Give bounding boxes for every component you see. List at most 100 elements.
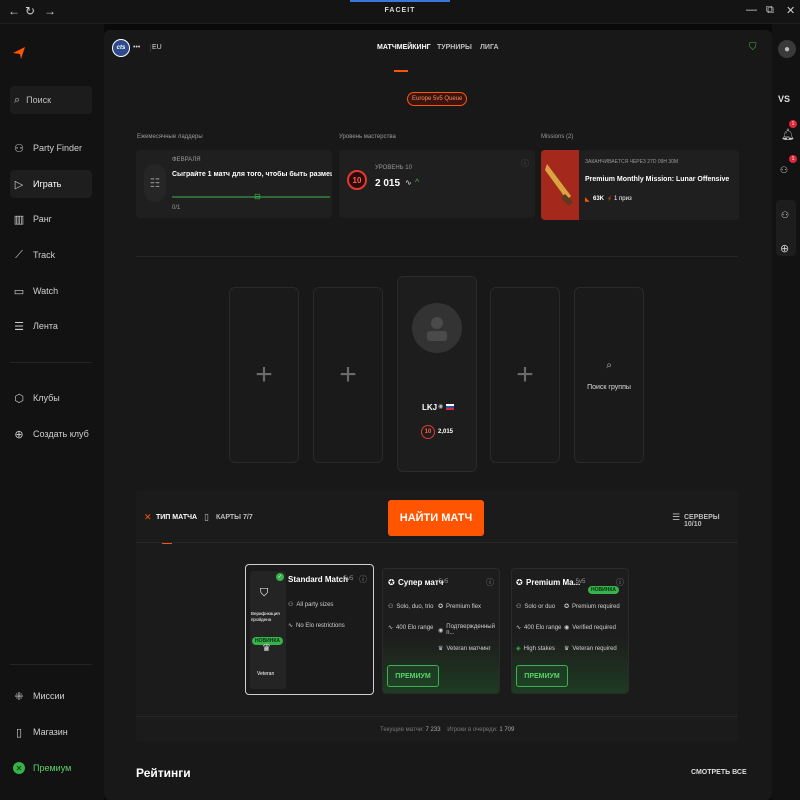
crown-icon: ♛ bbox=[262, 643, 271, 654]
mode-name: Standard Match bbox=[288, 575, 349, 584]
mode-format: · 5v5 bbox=[572, 579, 586, 585]
queue-badge[interactable]: Europe 5v5 Queue bbox=[407, 92, 468, 106]
sidebar-item-feed[interactable]: ☰ Лента bbox=[10, 312, 92, 340]
feature-item: ◈ High stakes bbox=[516, 645, 555, 653]
maximize-icon[interactable]: ⧉ bbox=[766, 4, 774, 17]
party-icon[interactable]: ⚇ bbox=[781, 210, 789, 221]
ladders-section-title: Ежемесячные ладдеры bbox=[137, 134, 203, 140]
sidebar-item-clubs[interactable]: ⬡ Клубы bbox=[10, 384, 92, 412]
track-icon: ⟋ bbox=[15, 248, 23, 261]
sidebar-item-rank[interactable]: ▥ Ранг bbox=[10, 205, 92, 233]
missions-section-title: Missions (2) bbox=[541, 134, 574, 140]
mode-side-panel: ✓ ⛉ Верификация пройдена НОВИНКА ♛ Veter… bbox=[250, 571, 286, 689]
mode-format: · 5v5 bbox=[340, 576, 354, 582]
search-group-slot[interactable]: ⌕ Поиск группы bbox=[574, 287, 644, 463]
friends-icon[interactable]: ⚇ bbox=[780, 165, 788, 176]
faceit-logo-icon[interactable] bbox=[12, 46, 26, 65]
crown-icon: ♛ bbox=[438, 646, 444, 652]
shield-icon: ◉ bbox=[438, 627, 444, 634]
info-icon[interactable]: ⓘ bbox=[521, 158, 529, 169]
see-all-link[interactable]: СМОТРЕТЬ ВСЕ bbox=[691, 769, 747, 776]
search-icon: ⌕ bbox=[606, 360, 612, 371]
search-icon: ⌕ bbox=[14, 93, 21, 106]
find-match-button[interactable]: НАЙТИ МАТЧ bbox=[388, 500, 484, 536]
missions-icon: ⁜ bbox=[14, 690, 24, 703]
search-input[interactable]: ⌕ Поиск bbox=[10, 86, 92, 114]
plus-icon: + bbox=[255, 358, 273, 391]
close-icon[interactable]: ✕ bbox=[786, 4, 795, 17]
shield-icon[interactable]: ⛉ bbox=[749, 42, 757, 53]
ladders-card[interactable]: ☷ ФЕВРАЛЯ Сыграйте 1 матч для того, чтоб… bbox=[136, 150, 332, 218]
mission-title: Premium Monthly Mission: Lunar Offensive bbox=[585, 176, 730, 183]
mission-prize: 1 приз bbox=[614, 196, 632, 202]
play-icon: ▷ bbox=[14, 178, 24, 191]
premium-button[interactable]: ПРЕМИУМ bbox=[516, 665, 568, 687]
veteran-label: Veteran bbox=[257, 671, 275, 677]
sidebar-item-watch[interactable]: ▭ Watch bbox=[10, 277, 92, 305]
vs-label[interactable]: VS bbox=[778, 94, 790, 104]
info-icon[interactable]: ⓘ bbox=[616, 577, 624, 588]
sidebar-item-premium[interactable]: ✕ Премиум bbox=[10, 754, 92, 782]
sidebar-item-label: Играть bbox=[33, 179, 62, 189]
sidebar-item-play[interactable]: ▷ Играть bbox=[10, 170, 92, 198]
missions-card[interactable]: ЗАКАНЧИВАЕТСЯ ЧЕРЕЗ 27D 09H 30M Premium … bbox=[541, 150, 739, 220]
premium-icon: ✪ bbox=[438, 604, 444, 610]
mastery-card[interactable]: 10 УРОВЕНЬ 10 2 015 ∿ ^ ⓘ bbox=[339, 150, 535, 218]
matchmaking-panel: cts ••• EU МАТЧМЕЙКИНГ ТУРНИРЫ ЛИГА ⛉ Eu… bbox=[104, 30, 772, 800]
sidebar-item-missions[interactable]: ⁜ Миссии bbox=[10, 682, 92, 710]
tab-tournaments[interactable]: ТУРНИРЫ bbox=[437, 44, 472, 51]
feature-item: ∿ 400 Elo range bbox=[516, 624, 562, 632]
player-elo: 2,015 bbox=[438, 429, 454, 435]
tab-matchmaking[interactable]: МАТЧМЕЙКИНГ bbox=[377, 44, 431, 51]
servers-icon: ☰ bbox=[672, 512, 681, 522]
people-icon: ⚇ bbox=[388, 604, 394, 610]
ladder-progress: 0/1 bbox=[172, 205, 181, 211]
verified-icon: ◉ bbox=[438, 404, 444, 410]
player-slot[interactable]: LKJ ◉ 10 2,015 bbox=[397, 276, 477, 472]
elo-value: 2 015 bbox=[375, 178, 401, 189]
sidebar-item-shop[interactable]: ▯ Магазин bbox=[10, 718, 92, 746]
add-friend-icon[interactable]: ⊕ bbox=[780, 242, 789, 255]
game-badge[interactable]: cts bbox=[112, 39, 130, 57]
premium-icon: ✕ bbox=[13, 762, 25, 774]
sidebar-item-create-club[interactable]: ⊕ Создать клуб bbox=[10, 420, 92, 448]
prize-icon: ⚡ bbox=[607, 196, 612, 203]
tab-maps[interactable]: КАРТЫ 7/7 bbox=[216, 514, 253, 521]
tab-league[interactable]: ЛИГА bbox=[480, 44, 499, 51]
new-badge: НОВИНКА bbox=[588, 578, 619, 596]
mode-card-premium[interactable]: ✪ Premium Ma... · 5v5 НОВИНКА ⓘ ⚇ Solo or… bbox=[511, 568, 629, 694]
section-divider bbox=[136, 256, 738, 257]
invite-slot-2[interactable]: + bbox=[313, 287, 383, 463]
more-icon[interactable]: ••• bbox=[133, 44, 140, 51]
ratings-title: Рейтинги bbox=[136, 766, 191, 780]
ladder-progress-track bbox=[172, 196, 330, 198]
servers-selector[interactable]: СЕРВЕРЫ 10/10 bbox=[684, 514, 738, 528]
mode-card-super[interactable]: ✪ Супер матч · 5v5 ⓘ ⚇ Solo, duo, trio ✪ P… bbox=[382, 568, 500, 694]
info-icon[interactable]: ⓘ bbox=[486, 577, 494, 588]
queue-value: 1 709 bbox=[499, 727, 515, 733]
trend-icon: ∿ bbox=[516, 625, 522, 631]
premium-button[interactable]: ПРЕМИУМ bbox=[387, 665, 439, 687]
mode-card-standard[interactable]: ✓ ⛉ Верификация пройдена НОВИНКА ♛ Veter… bbox=[245, 564, 374, 695]
sidebar-item-party-finder[interactable]: ⚇ Party Finder bbox=[10, 134, 92, 162]
verified-label: Верификация пройдена bbox=[251, 611, 280, 622]
shield-icon: ◉ bbox=[564, 625, 570, 631]
trend-icon: ∿ bbox=[405, 178, 412, 187]
main-area: cts ••• EU МАТЧМЕЙКИНГ ТУРНИРЫ ЛИГА ⛉ Eu… bbox=[104, 24, 772, 800]
lock-icon: ⊟ bbox=[254, 192, 261, 201]
region-label[interactable]: EU bbox=[152, 44, 162, 51]
invite-slot-1[interactable]: + bbox=[229, 287, 299, 463]
tab-match-type[interactable]: ТИП МАТЧА bbox=[156, 514, 197, 521]
feature-item: ♛ Veteran матчинг bbox=[438, 645, 491, 653]
bell-icon[interactable]: 🔔︎ bbox=[781, 128, 795, 141]
sidebar-item-label: Магазин bbox=[33, 727, 68, 737]
sidebar-item-track[interactable]: ⟋ Track bbox=[10, 241, 92, 269]
invite-slot-3[interactable]: + bbox=[490, 287, 560, 463]
feature-item: ⚇ Solo, duo, trio bbox=[388, 603, 434, 611]
info-icon[interactable]: ⓘ bbox=[359, 574, 367, 585]
avatar[interactable]: ● bbox=[778, 40, 796, 58]
chevron-up-icon: ^ bbox=[415, 177, 420, 187]
minimize-icon[interactable]: — bbox=[746, 4, 757, 16]
mission-ends: ЗАКАНЧИВАЕТСЯ ЧЕРЕЗ 27D 09H 30M bbox=[585, 159, 679, 165]
crown-icon: ♛ bbox=[564, 646, 570, 652]
